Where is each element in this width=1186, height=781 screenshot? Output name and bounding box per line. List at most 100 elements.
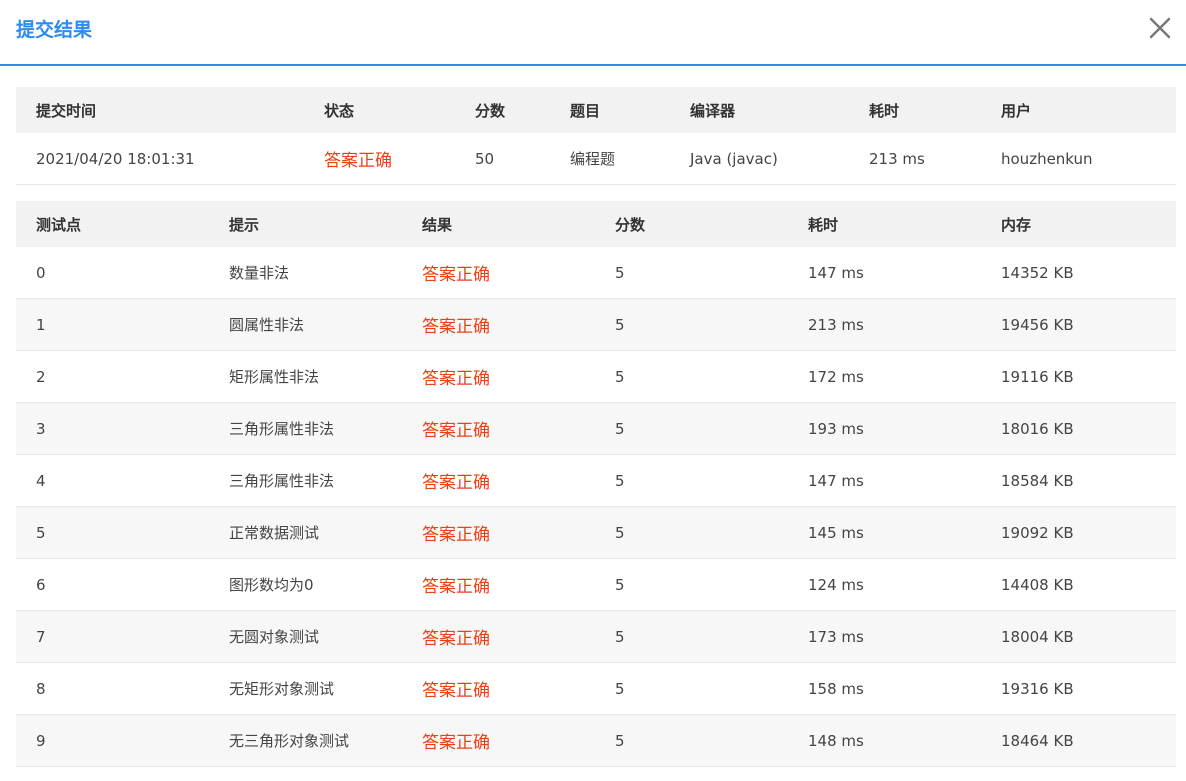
test-cases-table: 测试点 提示 结果 分数 耗时 内存 0 数量非法 答案正确 5 147 ms …: [16, 201, 1176, 767]
case-id: 2: [16, 350, 209, 403]
case-result: 答案正确: [402, 558, 595, 611]
case-score: 5: [595, 662, 788, 715]
table-row: 5 正常数据测试 答案正确 5 145 ms 19092 KB: [16, 506, 1176, 559]
case-score: 5: [595, 610, 788, 663]
cases-header-row: 测试点 提示 结果 分数 耗时 内存: [16, 201, 1176, 247]
case-result: 答案正确: [402, 506, 595, 559]
table-row: 1 圆属性非法 答案正确 5 213 ms 19456 KB: [16, 298, 1176, 351]
table-row: 8 无矩形对象测试 答案正确 5 158 ms 19316 KB: [16, 662, 1176, 715]
case-hint: 三角形属性非法: [209, 454, 402, 507]
case-time: 158 ms: [788, 662, 981, 715]
case-score: 5: [595, 350, 788, 403]
summary-header-user: 用户: [981, 87, 1176, 133]
case-score: 5: [595, 454, 788, 507]
cases-header-score: 分数: [595, 201, 788, 247]
submit-time: 2021/04/20 18:01:31: [16, 133, 304, 185]
case-hint: 矩形属性非法: [209, 350, 402, 403]
case-memory: 14352 KB: [981, 247, 1176, 299]
case-time: 148 ms: [788, 714, 981, 767]
summary-header-compiler: 编译器: [670, 87, 849, 133]
case-hint: 无圆对象测试: [209, 610, 402, 663]
case-result: 答案正确: [402, 662, 595, 715]
case-id: 0: [16, 247, 209, 299]
case-hint: 正常数据测试: [209, 506, 402, 559]
submit-status: 答案正确: [304, 133, 455, 185]
submit-elapsed: 213 ms: [849, 133, 981, 185]
dialog-header: 提交结果: [0, 0, 1186, 66]
summary-row: 2021/04/20 18:01:31 答案正确 50 编程题 Java (ja…: [16, 133, 1176, 185]
case-score: 5: [595, 714, 788, 767]
case-id: 8: [16, 662, 209, 715]
table-row: 2 矩形属性非法 答案正确 5 172 ms 19116 KB: [16, 350, 1176, 403]
summary-header-elapsed: 耗时: [849, 87, 981, 133]
case-memory: 19116 KB: [981, 350, 1176, 403]
cases-header-hint: 提示: [209, 201, 402, 247]
summary-header-time: 提交时间: [16, 87, 304, 133]
case-memory: 19456 KB: [981, 298, 1176, 351]
case-result: 答案正确: [402, 610, 595, 663]
summary-header-status: 状态: [304, 87, 455, 133]
case-id: 4: [16, 454, 209, 507]
submit-user: houzhenkun: [981, 133, 1176, 185]
cases-header-id: 测试点: [16, 201, 209, 247]
case-memory: 18584 KB: [981, 454, 1176, 507]
case-memory: 19092 KB: [981, 506, 1176, 559]
case-result: 答案正确: [402, 714, 595, 767]
summary-header-row: 提交时间 状态 分数 题目 编译器 耗时 用户: [16, 87, 1176, 133]
case-memory: 18464 KB: [981, 714, 1176, 767]
case-score: 5: [595, 402, 788, 455]
submit-compiler: Java (javac): [670, 133, 849, 185]
cases-header-memory: 内存: [981, 201, 1176, 247]
case-id: 6: [16, 558, 209, 611]
case-hint: 无矩形对象测试: [209, 662, 402, 715]
case-memory: 19316 KB: [981, 662, 1176, 715]
case-result: 答案正确: [402, 454, 595, 507]
close-button[interactable]: [1148, 16, 1172, 40]
table-row: 3 三角形属性非法 答案正确 5 193 ms 18016 KB: [16, 402, 1176, 455]
table-row: 9 无三角形对象测试 答案正确 5 148 ms 18464 KB: [16, 714, 1176, 767]
case-hint: 数量非法: [209, 247, 402, 299]
case-id: 3: [16, 402, 209, 455]
submit-problem: 编程题: [550, 133, 670, 185]
case-time: 173 ms: [788, 610, 981, 663]
case-id: 5: [16, 506, 209, 559]
case-time: 172 ms: [788, 350, 981, 403]
case-id: 1: [16, 298, 209, 351]
case-result: 答案正确: [402, 402, 595, 455]
table-row: 0 数量非法 答案正确 5 147 ms 14352 KB: [16, 247, 1176, 299]
summary-table: 提交时间 状态 分数 题目 编译器 耗时 用户 2021/04/20 18:01…: [16, 87, 1176, 185]
case-time: 124 ms: [788, 558, 981, 611]
case-time: 147 ms: [788, 247, 981, 299]
close-icon: [1149, 17, 1171, 39]
case-memory: 14408 KB: [981, 558, 1176, 611]
table-row: 7 无圆对象测试 答案正确 5 173 ms 18004 KB: [16, 610, 1176, 663]
summary-header-problem: 题目: [550, 87, 670, 133]
case-score: 5: [595, 298, 788, 351]
submission-result-dialog: 提交结果 提交时间 状态 分数 题目 编译器 耗时 用户 2021/04/20 …: [0, 0, 1186, 781]
case-result: 答案正确: [402, 298, 595, 351]
case-memory: 18016 KB: [981, 402, 1176, 455]
case-hint: 图形数均为0: [209, 558, 402, 611]
case-result: 答案正确: [402, 247, 595, 299]
cases-header-result: 结果: [402, 201, 595, 247]
case-hint: 三角形属性非法: [209, 402, 402, 455]
case-id: 7: [16, 610, 209, 663]
table-row: 6 图形数均为0 答案正确 5 124 ms 14408 KB: [16, 558, 1176, 611]
case-hint: 无三角形对象测试: [209, 714, 402, 767]
table-row: 4 三角形属性非法 答案正确 5 147 ms 18584 KB: [16, 454, 1176, 507]
case-score: 5: [595, 247, 788, 299]
case-time: 193 ms: [788, 402, 981, 455]
case-score: 5: [595, 558, 788, 611]
case-result: 答案正确: [402, 350, 595, 403]
case-time: 145 ms: [788, 506, 981, 559]
submit-score: 50: [455, 133, 550, 185]
case-id: 9: [16, 714, 209, 767]
dialog-title: 提交结果: [16, 19, 93, 41]
case-time: 213 ms: [788, 298, 981, 351]
summary-header-score: 分数: [455, 87, 550, 133]
case-memory: 18004 KB: [981, 610, 1176, 663]
case-hint: 圆属性非法: [209, 298, 402, 351]
case-score: 5: [595, 506, 788, 559]
cases-header-time: 耗时: [788, 201, 981, 247]
case-time: 147 ms: [788, 454, 981, 507]
